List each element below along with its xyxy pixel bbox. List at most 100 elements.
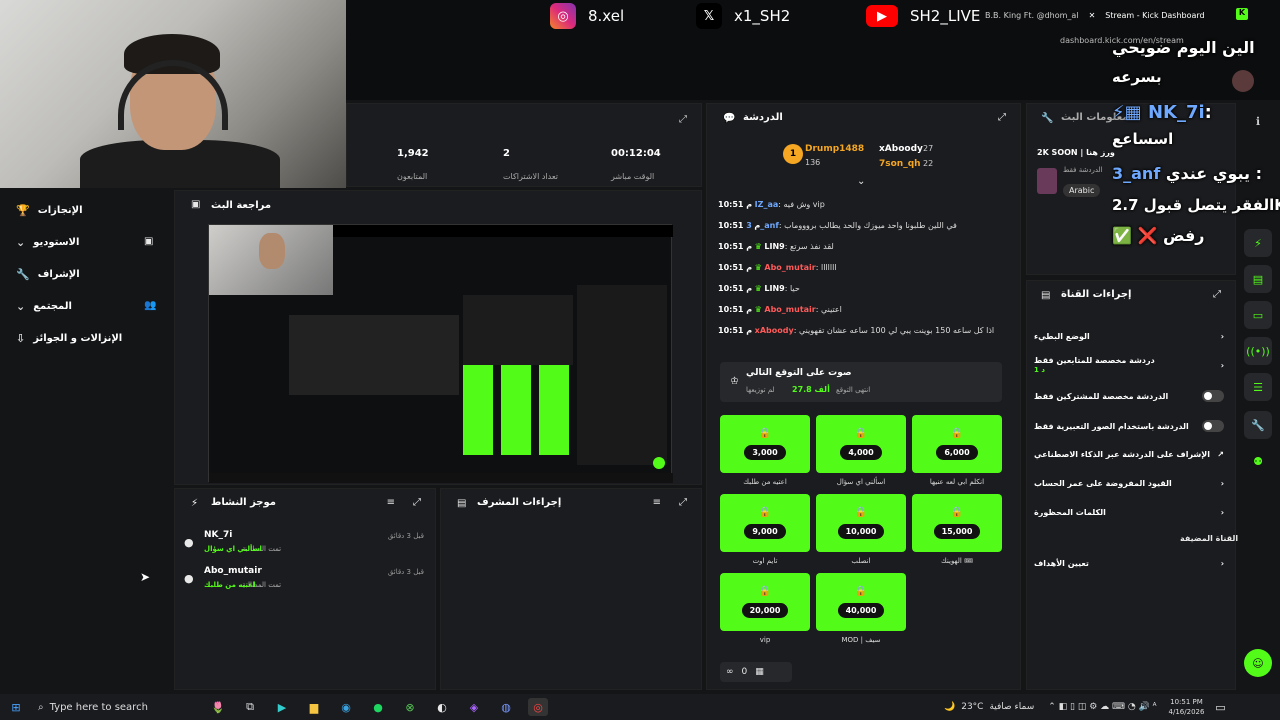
msg-user[interactable]: IZ_aa bbox=[755, 200, 779, 209]
info-icon[interactable]: ℹ bbox=[1244, 107, 1272, 135]
folder-icon[interactable]: ▆ bbox=[304, 698, 324, 716]
list-icon[interactable]: ☰ bbox=[1244, 373, 1272, 401]
windows-start-icon[interactable]: ⊞ bbox=[6, 698, 26, 716]
spotify-icon[interactable]: ● bbox=[368, 698, 388, 716]
overlay-user-line: 3_anf يبوي عندي : bbox=[1112, 164, 1262, 183]
reward-tile[interactable]: 🔒 15,000 bbox=[912, 494, 1002, 552]
reward-label: انصلب bbox=[851, 557, 871, 565]
chat-footer: ∞ 0 ▦ bbox=[720, 662, 792, 682]
expand-icon[interactable]: ⤢ bbox=[1213, 289, 1221, 300]
reward-tile[interactable]: 🔒 6,000 bbox=[912, 415, 1002, 473]
toggle-switch[interactable] bbox=[1202, 390, 1224, 402]
wrench-icon[interactable]: 🔧 bbox=[1244, 411, 1272, 439]
preview-topbar bbox=[333, 225, 673, 237]
reward-tile[interactable]: 🔒 40,000 bbox=[816, 573, 906, 631]
preview-screen[interactable] bbox=[208, 224, 673, 483]
overlay-user: 3_anf bbox=[1112, 164, 1161, 183]
channel-row-ai-moderation[interactable]: الإشراف على الدردشة عبر الذكاء الاصطناعي… bbox=[1034, 450, 1224, 459]
edge-icon[interactable]: ◉ bbox=[336, 698, 356, 716]
sidebar-item-moderation[interactable]: 🔧 الإشراف bbox=[16, 268, 80, 281]
channel-row-followers[interactable]: دردشة مخصصة للمتابعين فقط 1 د › bbox=[1034, 356, 1224, 374]
expand-icon[interactable]: ⤢ bbox=[998, 112, 1006, 123]
filter-icon[interactable]: ≡ bbox=[387, 497, 395, 508]
xbox-icon[interactable]: ⊗ bbox=[400, 698, 420, 716]
notifications-icon[interactable]: ▭ bbox=[1210, 698, 1230, 716]
community-icon[interactable]: ⚉ bbox=[1244, 447, 1272, 475]
msg-user[interactable]: 3_anf bbox=[746, 221, 779, 230]
studio-icon: ▣ bbox=[144, 236, 154, 247]
weather-widget[interactable]: 🌙 23°C سماء صافية bbox=[944, 702, 1034, 712]
reward-tile[interactable]: 🔒 3,000 bbox=[720, 415, 810, 473]
chat-icon[interactable]: ▭ bbox=[1244, 301, 1272, 329]
clock[interactable]: 10:51 PM 4/16/2026 bbox=[1169, 697, 1205, 717]
tray-icons[interactable]: ⌃ ◧ ▯ ◫ ⚙ ☁ ⌨ ◔ 🔊 ᴬ bbox=[1048, 702, 1156, 712]
bolt-icon[interactable]: ⚡ bbox=[1244, 229, 1272, 257]
broadcast-icon[interactable]: ((•)) bbox=[1244, 337, 1272, 365]
search-placeholder: Type here to search bbox=[49, 701, 148, 713]
msg-text: اعتيني bbox=[821, 305, 842, 314]
browser-tab[interactable]: B.B. King Ft. @dhom_al bbox=[985, 11, 1079, 20]
play-store-icon[interactable]: ▶ bbox=[272, 698, 292, 716]
lock-icon: 🔒 bbox=[758, 428, 772, 439]
row-label: الإشراف على الدردشة عبر الذكاء الاصطناعي bbox=[1034, 450, 1210, 459]
reward-tile[interactable]: 🔒 10,000 bbox=[816, 494, 906, 552]
top-gifter[interactable]: Drump1488 bbox=[805, 144, 864, 154]
stream-info-panel: 🔧 معلومات البث 2K SOON | ورز هنا Arabic … bbox=[1026, 103, 1236, 275]
subs-count: 2 bbox=[503, 148, 510, 159]
avatar[interactable] bbox=[1232, 70, 1254, 92]
reward-label: اعتيه من طلبك bbox=[743, 478, 787, 486]
expand-icon[interactable]: ⤢ bbox=[679, 497, 687, 508]
channel-row-emotes[interactable]: الدردشة باستخدام الصور التعبيرية فقط bbox=[1034, 420, 1224, 432]
feed-time: قبل 3 دقائق bbox=[387, 532, 424, 540]
discord-icon[interactable]: ◍ bbox=[496, 698, 516, 716]
filter-icon[interactable]: ≡ bbox=[653, 497, 661, 508]
lock-icon: 🔒 bbox=[854, 586, 868, 597]
trophy-icon: 🏆 bbox=[16, 204, 30, 217]
chevron-down-icon[interactable]: ⌄ bbox=[857, 176, 865, 187]
sidebar-item-drops[interactable]: ⇩ الإنزالات و الجوائز bbox=[16, 332, 122, 345]
support-icon[interactable]: ☺ bbox=[1244, 649, 1272, 677]
twitch-icon[interactable]: ◈ bbox=[464, 698, 484, 716]
channel-row-subscribers[interactable]: الدردشة مخصصة للمشتركين فقط bbox=[1034, 390, 1224, 402]
sidebar-item-community[interactable]: ⌄ المجتمع bbox=[16, 300, 72, 313]
overlay-text: بسرعه bbox=[1112, 68, 1162, 86]
msg-user[interactable]: xAboody bbox=[755, 326, 794, 335]
browser-tabs: B.B. King Ft. @dhom_al ✕ Stream - Kick D… bbox=[985, 4, 1250, 26]
msg-user[interactable]: Abo_mutair bbox=[764, 305, 815, 314]
browser-tab-active[interactable]: Stream - Kick Dashboard bbox=[1105, 11, 1204, 20]
host-channel-label: القناة المضيفة bbox=[1180, 534, 1239, 543]
channel-row-banned-words[interactable]: الكلمات المحظورة › bbox=[1034, 508, 1224, 517]
toggle-switch[interactable] bbox=[1202, 420, 1224, 432]
msg-user[interactable]: Abo_mutair bbox=[764, 263, 815, 272]
sidebar-item-achievements[interactable]: 🏆 الإنجازات bbox=[16, 204, 83, 217]
chrome-icon[interactable]: ◎ bbox=[528, 698, 548, 716]
reward-tile[interactable]: 🔒 20,000 bbox=[720, 573, 810, 631]
prediction-card[interactable]: ♔ صوت على التوقع التالي لم توزيعها 27.8 … bbox=[720, 362, 1002, 402]
expand-icon[interactable]: ⤢ bbox=[679, 114, 687, 125]
msg-user[interactable]: LIN9 bbox=[764, 242, 784, 251]
obs-icon[interactable]: ◐ bbox=[432, 698, 452, 716]
msg-user[interactable]: LIN9 bbox=[764, 284, 784, 293]
channel-row-slow-mode[interactable]: الوضع البطيء › bbox=[1034, 332, 1224, 341]
reward-label: vip bbox=[759, 636, 771, 644]
chevron-right-icon: › bbox=[1220, 559, 1224, 568]
chevron-right-icon: › bbox=[1220, 479, 1224, 488]
reward-tile[interactable]: 🔒 4,000 bbox=[816, 415, 906, 473]
top-gifter[interactable]: 7son_qh bbox=[879, 159, 921, 169]
document-icon[interactable]: ▤ bbox=[1244, 265, 1272, 293]
channel-row-account-age[interactable]: القيود المفروضة على عمر الحساب › bbox=[1034, 479, 1224, 488]
infinity-icon[interactable]: ∞ bbox=[726, 667, 734, 677]
stream-title[interactable]: 2K SOON | ورز هنا bbox=[1037, 148, 1115, 157]
top-gifter[interactable]: xAboody bbox=[879, 144, 923, 154]
top-gifter-count: 22 bbox=[923, 159, 934, 168]
channel-row-goals[interactable]: تعيين الأهداف › bbox=[1034, 559, 1224, 568]
row-label: الكلمات المحظورة bbox=[1034, 508, 1106, 517]
expand-icon[interactable]: ⤢ bbox=[413, 497, 421, 508]
reward-tile[interactable]: 🔒 9,000 bbox=[720, 494, 810, 552]
search-box[interactable]: ⌕ Type here to search bbox=[32, 697, 202, 717]
social-handle: x1_SH2 bbox=[734, 7, 791, 25]
task-view-icon[interactable]: ⧉ bbox=[240, 698, 260, 716]
sidebar-item-studio[interactable]: ⌄ الاستوديو bbox=[16, 236, 79, 249]
store-icon[interactable]: ▦ bbox=[755, 667, 764, 677]
close-icon[interactable]: ✕ bbox=[1089, 11, 1096, 20]
